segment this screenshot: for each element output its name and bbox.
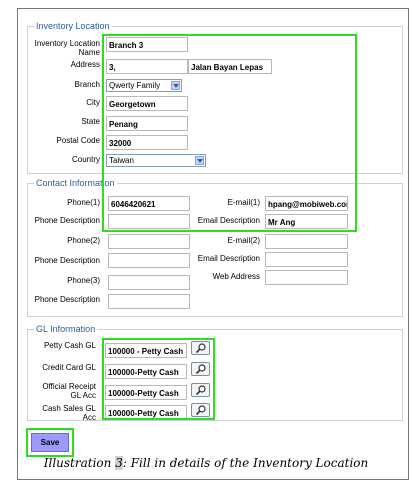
caption-number: 3 [115, 456, 123, 470]
postal-code-label: Postal Code [56, 136, 100, 145]
phone-description2-label: Phone Description [34, 256, 100, 265]
save-button[interactable]: Save [31, 433, 69, 452]
phone-description3-label: Phone Description [34, 295, 100, 304]
location-name-label: Inventory Location Name [34, 39, 100, 57]
phone3-label: Phone(3) [67, 276, 100, 285]
petty-cash-gl-label: Petty Cash GL [43, 341, 96, 350]
caption-text: : Fill in details of the Inventory Locat… [122, 456, 369, 470]
city-label: City [86, 98, 100, 107]
email-description2-label: Email Description [197, 254, 260, 263]
caption-prefix: Illustration [43, 456, 116, 470]
phone-description1-label: Phone Description [34, 216, 100, 225]
phone-description3-input[interactable] [108, 294, 190, 309]
cash-sales-gl-label: Cash Sales GL Acc [42, 404, 96, 422]
web-address-label: Web Address [212, 272, 260, 281]
phone2-label: Phone(2) [67, 236, 100, 245]
phone1-label: Phone(1) [67, 198, 100, 207]
phone3-input[interactable] [108, 275, 190, 290]
highlight-gl-lookups [102, 338, 215, 420]
gl-information-legend: GL Information [34, 324, 98, 334]
official-receipt-gl-label: Official Receipt GL Acc [42, 382, 96, 400]
inventory-location-legend: Inventory Location [34, 21, 112, 31]
phone2-input[interactable] [108, 234, 190, 249]
email2-input[interactable] [265, 234, 348, 249]
state-label: State [81, 117, 100, 126]
email2-label: E-mail(2) [227, 236, 260, 245]
country-label: Country [71, 155, 100, 164]
branch-label: Branch [74, 80, 100, 89]
highlight-location-contact [102, 34, 357, 232]
email-description2-input[interactable] [265, 252, 348, 267]
address-label: Address [70, 60, 100, 69]
web-address-input[interactable] [265, 270, 348, 285]
phone-description2-input[interactable] [108, 253, 190, 268]
illustration-caption: Illustration 3: Fill in details of the I… [0, 456, 412, 470]
credit-card-gl-label: Credit Card GL [42, 363, 96, 372]
